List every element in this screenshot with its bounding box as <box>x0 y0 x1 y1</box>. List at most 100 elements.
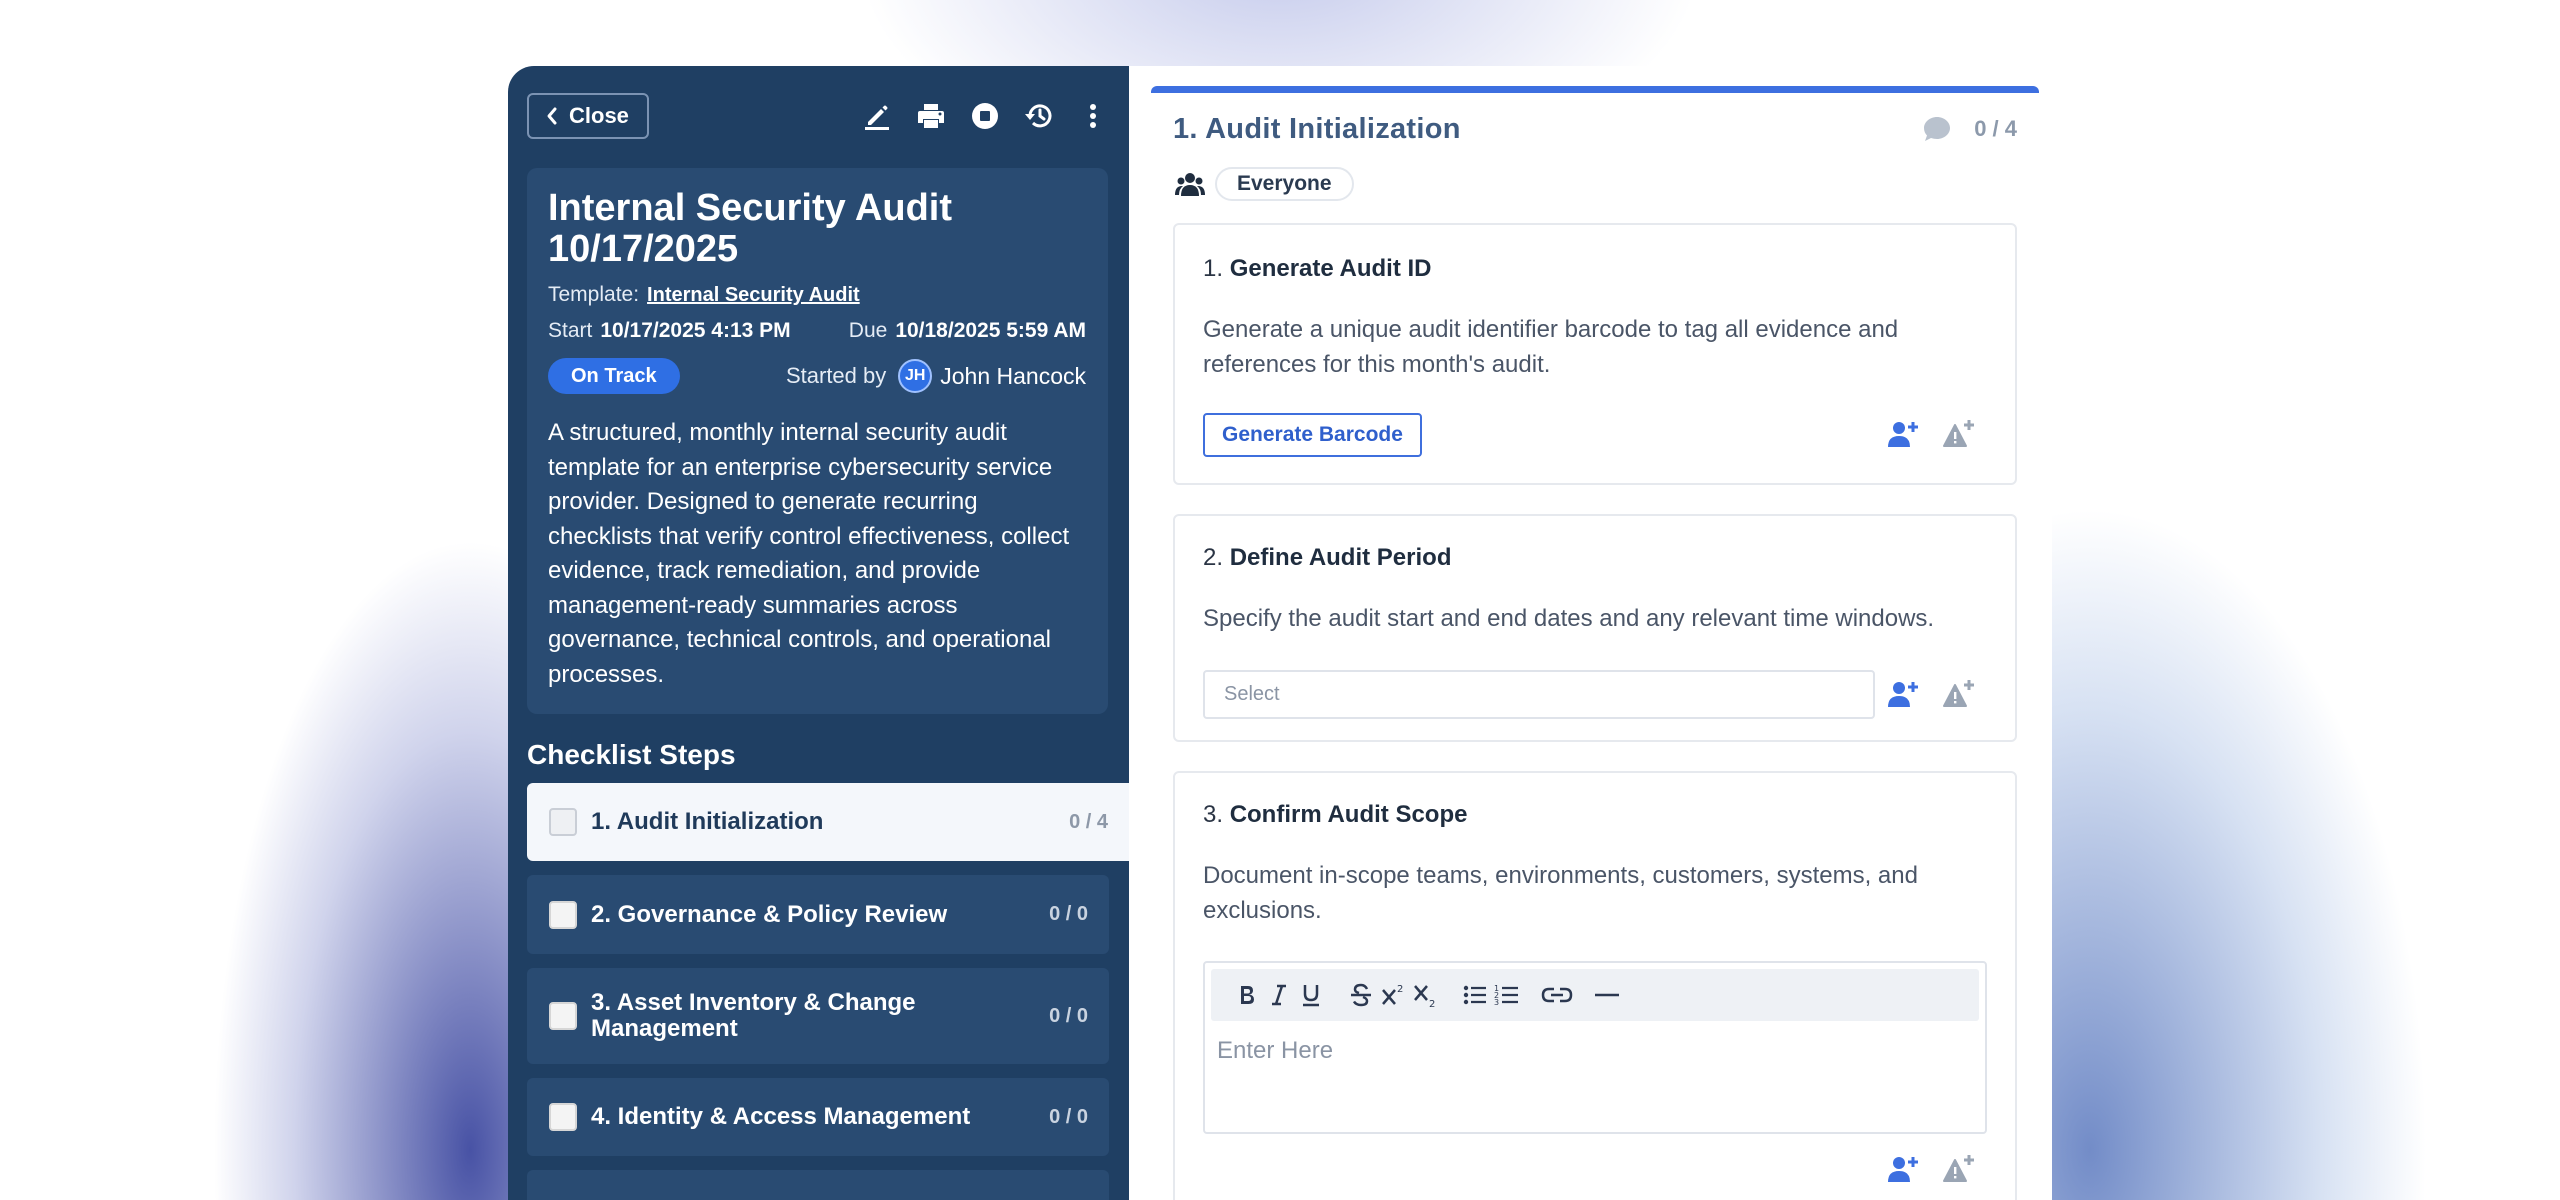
status-row: On Track Started by JH John Hancock <box>548 358 1086 394</box>
comment-icon[interactable] <box>1922 114 1952 144</box>
step-checkbox[interactable] <box>549 808 577 836</box>
scope-editor-input[interactable]: Enter Here <box>1205 1027 1985 1132</box>
horizontal-rule-icon[interactable] <box>1591 979 1623 1011</box>
subscript-icon[interactable]: 2 <box>1409 979 1441 1011</box>
svg-text:2: 2 <box>1429 999 1435 1008</box>
numbered-list-icon[interactable]: 123 <box>1491 979 1523 1011</box>
template-link[interactable]: Internal Security Audit <box>647 280 860 310</box>
audit-info-card: Internal Security Audit 10/17/2025 Templ… <box>527 168 1108 714</box>
section-meta: 0 / 4 <box>1922 114 2017 144</box>
template-label: Template: <box>548 283 640 306</box>
step-label: 3. Asset Inventory & Change Management <box>591 989 916 1042</box>
scope-rich-text-editor: 2 2 123 Enter Here <box>1203 961 1987 1134</box>
status-badge: On Track <box>548 358 680 394</box>
step-name: Define Audit Period <box>1229 544 1452 571</box>
step-card-generate-audit-id: 1. Generate Audit ID Generate a unique a… <box>1173 223 2017 485</box>
step-name: Generate Audit ID <box>1229 255 1432 282</box>
section-count: 0 / 4 <box>1974 116 2017 141</box>
step-number: 2. <box>1203 544 1224 571</box>
step-actions <box>1887 678 1975 710</box>
step-item-identity-access[interactable]: 4. Identity & Access Management 0 / 0 <box>527 1078 1109 1156</box>
avatar: JH <box>898 359 933 393</box>
step-description: Specify the audit start and end dates an… <box>1203 605 1935 632</box>
left-panel: Close Internal Security Audit 10/17/2025… <box>508 66 1129 1200</box>
section-title: 1. Audit Initialization <box>1173 112 1461 145</box>
step-checkbox[interactable] <box>549 1002 577 1030</box>
audit-title: Internal Security Audit 10/17/2025 <box>548 187 952 270</box>
step-card-confirm-audit-scope: 3. Confirm Audit Scope Document in-scope… <box>1173 771 2017 1200</box>
step-card-define-audit-period: 2. Define Audit Period Specify the audit… <box>1173 514 2017 742</box>
step-title: 3. Confirm Audit Scope <box>1203 801 1467 829</box>
step-description: Document in-scope teams, environments, c… <box>1203 862 1918 924</box>
step-count: 0 / 0 <box>1049 1004 1088 1027</box>
step-count: 0 / 4 <box>1069 810 1108 833</box>
add-warning-icon[interactable] <box>1943 1153 1975 1185</box>
step-title: 2. Define Audit Period <box>1203 544 1451 572</box>
link-icon[interactable] <box>1541 979 1573 1011</box>
step-title: 1. Generate Audit ID <box>1203 255 1432 283</box>
left-toolbar: Close <box>508 66 1129 166</box>
assignee-chip[interactable]: Everyone <box>1215 167 1354 201</box>
step-count: 0 / 0 <box>1049 903 1088 925</box>
step-checkbox[interactable] <box>549 1103 577 1131</box>
edit-icon[interactable] <box>861 100 893 132</box>
add-warning-icon[interactable] <box>1943 418 1975 450</box>
assign-user-icon[interactable] <box>1887 1153 1919 1185</box>
section-content: 1. Audit Initialization 0 / 4 Everyone 1… <box>1151 86 2039 1200</box>
due-date: Due 10/18/2025 5:59 AM <box>849 316 1086 346</box>
add-warning-icon[interactable] <box>1943 678 1975 710</box>
stop-icon[interactable] <box>969 100 1001 132</box>
superscript-icon[interactable]: 2 <box>1377 979 1409 1011</box>
svg-text:3: 3 <box>1494 998 1499 1007</box>
started-by: Started by JH John Hancock <box>786 359 1086 393</box>
step-checkbox[interactable] <box>549 900 577 929</box>
assign-user-icon[interactable] <box>1887 418 1919 450</box>
editor-toolbar: 2 2 123 <box>1211 969 1979 1021</box>
generate-barcode-button[interactable]: Generate Barcode <box>1203 413 1422 457</box>
right-panel: 1. Audit Initialization 0 / 4 Everyone 1… <box>1129 66 2052 1200</box>
step-name: Confirm Audit Scope <box>1229 801 1468 828</box>
step-item-asset-inventory[interactable]: 3. Asset Inventory & Change Management 0… <box>527 968 1109 1064</box>
italic-icon[interactable] <box>1263 979 1295 1011</box>
close-label: Close <box>569 103 629 128</box>
strikethrough-icon[interactable] <box>1345 979 1377 1011</box>
user-name: John Hancock <box>940 362 1086 389</box>
start-value: 10/17/2025 4:13 PM <box>600 319 791 342</box>
step-item-governance-policy-review[interactable]: 2. Governance & Policy Review 0 / 0 <box>527 875 1109 954</box>
step-actions <box>1887 1153 1975 1185</box>
template-row: Template: Internal Security Audit <box>548 280 1086 310</box>
audit-period-select[interactable]: Select <box>1203 670 1875 719</box>
history-icon[interactable] <box>1023 100 1055 132</box>
start-date: Start 10/17/2025 4:13 PM <box>548 316 791 346</box>
section-header: 1. Audit Initialization 0 / 4 <box>1151 93 2039 149</box>
step-label: 2. Governance & Policy Review <box>591 900 948 928</box>
start-label: Start <box>548 319 593 342</box>
print-icon[interactable] <box>915 100 947 132</box>
due-label: Due <box>848 319 888 342</box>
chevron-left-icon <box>547 107 557 125</box>
step-label: 1. Audit Initialization <box>591 808 824 835</box>
dates-row: Start 10/17/2025 4:13 PM Due 10/18/2025 5:… <box>548 316 1086 346</box>
step-description: Generate a unique audit identifier barco… <box>1203 316 1899 378</box>
step-item-audit-initialization[interactable]: 1. Audit Initialization 0 / 4 <box>527 783 1129 861</box>
step-number: 3. <box>1203 801 1224 828</box>
checklist-steps: 1. Audit Initialization 0 / 4 2. Governa… <box>508 783 1129 1200</box>
assign-user-icon[interactable] <box>1887 678 1919 710</box>
select-placeholder: Select <box>1224 683 1280 705</box>
step-actions <box>1887 418 1975 450</box>
underline-icon[interactable] <box>1295 979 1327 1011</box>
checklist-steps-heading: Checklist Steps <box>527 739 736 770</box>
svg-text:2: 2 <box>1397 984 1403 995</box>
started-by-label: Started by <box>785 363 887 388</box>
step-item-next[interactable] <box>527 1170 1109 1200</box>
close-button[interactable]: Close <box>527 93 649 139</box>
due-value: 10/18/2025 5:59 AM <box>895 319 1086 342</box>
users-icon <box>1175 173 1205 196</box>
audit-description: A structured, monthly internal security … <box>548 419 1070 688</box>
step-number: 1. <box>1203 255 1224 282</box>
bulleted-list-icon[interactable] <box>1459 979 1491 1011</box>
section-progress-bar <box>1151 86 2039 93</box>
bold-icon[interactable] <box>1231 979 1263 1011</box>
checklist-window: Close Internal Security Audit 10/17/2025… <box>508 66 2052 1200</box>
more-icon[interactable] <box>1077 100 1109 132</box>
